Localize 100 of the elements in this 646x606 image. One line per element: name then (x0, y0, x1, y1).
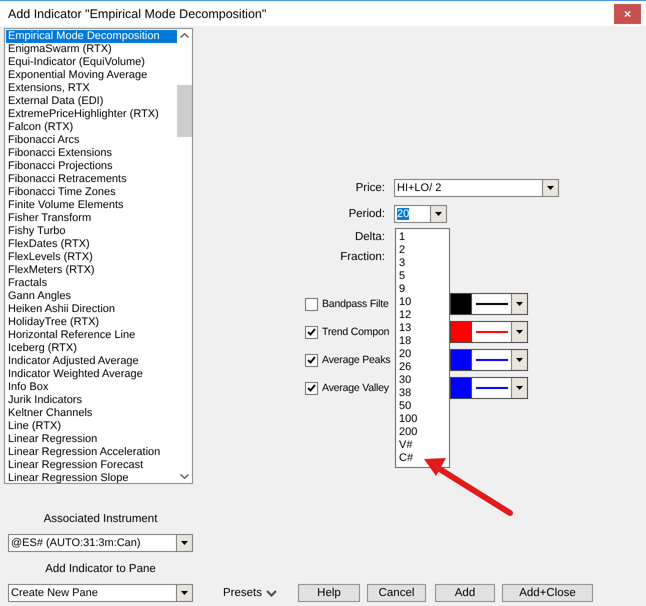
list-item[interactable]: Indicator Adjusted Average (6, 355, 177, 368)
window-title: Add Indicator "Empirical Mode Decomposition" (8, 6, 266, 20)
plot-label: Average Valley (322, 382, 390, 394)
caret-icon (516, 330, 523, 334)
list-item[interactable]: Finite Volume Elements (6, 199, 177, 212)
instrument-dropdown[interactable]: @ES# (AUTO:31:3m:Can) (8, 534, 193, 552)
option-item[interactable]: V# (399, 439, 449, 452)
line-style-dropdown[interactable] (472, 293, 528, 315)
option-item[interactable]: 2 (399, 244, 449, 257)
option-item[interactable]: 3 (399, 257, 449, 270)
list-item[interactable]: Jurik Indicators (6, 394, 177, 407)
dialog-button[interactable]: Cancel (367, 584, 426, 602)
list-item[interactable]: Fibonacci Extensions (6, 147, 177, 160)
checkbox[interactable] (305, 382, 318, 394)
list-item[interactable]: Exponential Moving Average (6, 69, 177, 82)
option-item[interactable]: C# (399, 452, 449, 465)
price-label: Price: (354, 182, 385, 194)
list-item[interactable]: Horizontal Reference Line (6, 329, 177, 342)
scrollbar-thumb[interactable] (177, 85, 192, 137)
chevron-down-icon (266, 590, 277, 596)
list-item[interactable]: Iceberg (RTX) (6, 342, 177, 355)
list-item[interactable]: Keltner Channels (6, 407, 177, 420)
scroll-down-icon[interactable] (180, 474, 189, 479)
period-label: Period: (348, 208, 385, 220)
caret-icon (516, 358, 523, 362)
list-item[interactable]: Fractals (6, 277, 177, 290)
option-item[interactable]: 9 (399, 283, 449, 296)
option-item[interactable]: 18 (399, 335, 449, 348)
list-item[interactable]: Gann Angles (6, 290, 177, 303)
list-item[interactable]: Fibonacci Retracements (6, 173, 177, 186)
delta-label: Delta: (354, 231, 385, 243)
instrument-label: Associated Instrument (42, 513, 158, 527)
checkbox[interactable] (305, 354, 318, 366)
list-item[interactable]: Heiken Ashii Direction (6, 303, 177, 316)
period-dropdown[interactable]: 20 (394, 205, 447, 223)
list-item[interactable]: Fishy Turbo (6, 225, 177, 238)
color-swatch[interactable] (450, 321, 472, 343)
list-item[interactable]: FlexDates (RTX) (6, 238, 177, 251)
caret-icon (181, 541, 188, 545)
dialog-button[interactable]: Add (435, 584, 495, 602)
list-item[interactable]: Fisher Transform (6, 212, 177, 225)
fraction-label: Fraction: (339, 251, 385, 263)
list-item[interactable]: Fibonacci Projections (6, 160, 177, 173)
list-item[interactable]: Fibonacci Arcs (6, 134, 177, 147)
list-item[interactable]: FlexMeters (RTX) (6, 264, 177, 277)
line-style-dropdown[interactable] (472, 349, 528, 371)
list-item[interactable]: Linear Regression Slope (6, 472, 177, 483)
option-item[interactable]: 100 (399, 413, 449, 426)
close-button[interactable]: × (614, 4, 641, 24)
option-item[interactable]: 200 (399, 426, 449, 439)
price-dropdown[interactable]: HI+LO/ 2 (394, 179, 559, 197)
caret-icon (516, 302, 523, 306)
list-item[interactable]: Equi-Indicator (EquiVolume) (6, 56, 177, 69)
option-item[interactable]: 5 (399, 270, 449, 283)
list-item[interactable]: Fibonacci Time Zones (6, 186, 177, 199)
list-item[interactable]: Linear Regression Forecast (6, 459, 177, 472)
caret-icon (516, 386, 523, 390)
list-item[interactable]: Falcon (RTX) (6, 121, 177, 134)
checkbox[interactable] (305, 326, 318, 338)
list-item[interactable]: Empirical Mode Decomposition (6, 30, 177, 43)
indicator-list[interactable] (4, 28, 193, 484)
option-item[interactable]: 26 (399, 361, 449, 374)
plot-label: Bandpass Filte (322, 298, 390, 310)
dialog-button[interactable]: Help (298, 584, 360, 602)
list-item[interactable]: HolidayTree (RTX) (6, 316, 177, 329)
option-item[interactable]: 1 (399, 231, 449, 244)
line-sample-icon (476, 359, 508, 361)
line-style-dropdown[interactable] (472, 321, 528, 343)
list-item[interactable]: EnigmaSwarm (RTX) (6, 43, 177, 56)
list-item[interactable]: Extensions, RTX (6, 82, 177, 95)
option-item[interactable]: 38 (399, 387, 449, 400)
list-item[interactable]: FlexLevels (RTX) (6, 251, 177, 264)
caret-icon (547, 186, 554, 190)
line-style-dropdown[interactable] (472, 377, 528, 399)
pane-label: Add Indicator to Pane (44, 563, 157, 577)
line-sample-icon (476, 387, 508, 389)
option-item[interactable]: 20 (399, 348, 449, 361)
list-item[interactable]: ExtremePriceHighlighter (RTX) (6, 108, 177, 121)
option-item[interactable]: 10 (399, 296, 449, 309)
list-item[interactable]: Line (RTX) (6, 420, 177, 433)
line-sample-icon (476, 303, 508, 305)
list-item[interactable]: External Data (EDI) (6, 95, 177, 108)
list-item[interactable]: Indicator Weighted Average (6, 368, 177, 381)
color-swatch[interactable] (450, 293, 472, 315)
option-item[interactable]: 13 (399, 322, 449, 335)
dialog-button[interactable]: Add+Close (502, 584, 593, 602)
color-swatch[interactable] (450, 349, 472, 371)
color-swatch[interactable] (450, 377, 472, 399)
list-item[interactable]: Info Box (6, 381, 177, 394)
checkbox[interactable] (305, 298, 318, 310)
option-item[interactable]: 12 (399, 309, 449, 322)
option-item[interactable]: 50 (399, 400, 449, 413)
list-item[interactable]: Linear Regression (6, 433, 177, 446)
list-item[interactable]: Linear Regression Acceleration (6, 446, 177, 459)
presets-button[interactable]: Presets (223, 587, 277, 599)
scroll-up-icon[interactable] (180, 33, 189, 38)
caret-icon (435, 212, 442, 216)
period-options-list[interactable]: 1 2 3 5 9 10 12 13 18 20 26 30 38 50 100 200 V# C# (395, 228, 450, 468)
option-item[interactable]: 30 (399, 374, 449, 387)
pane-dropdown[interactable]: Create New Pane (8, 584, 193, 602)
